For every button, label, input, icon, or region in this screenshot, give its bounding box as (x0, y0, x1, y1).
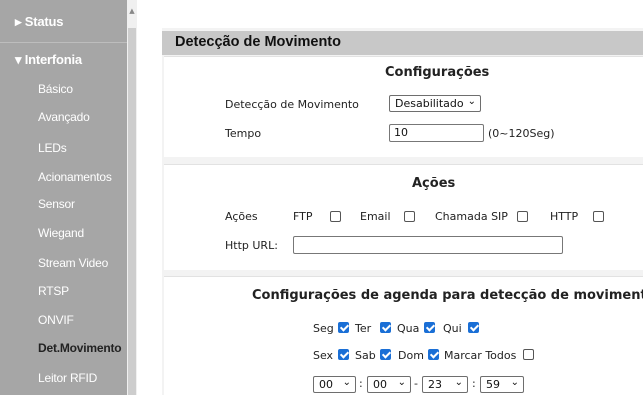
sidebar-item-leds[interactable]: LEDs (38, 141, 165, 155)
day-dom-label: Dom (398, 349, 424, 362)
start-minute-select[interactable]: 00 ⌄ (367, 376, 411, 393)
day-ter-checkbox[interactable] (380, 322, 391, 333)
time-colon: : (472, 377, 476, 390)
chevron-down-icon: ⌄ (454, 377, 463, 388)
time-input[interactable]: 10 (389, 124, 484, 142)
email-checkbox[interactable] (404, 211, 415, 222)
end-minute-value: 59 (486, 378, 500, 391)
actions-title: Ações (412, 176, 456, 191)
scroll-up-arrow-icon[interactable]: ▲ (127, 6, 137, 16)
day-ter-label: Ter (355, 322, 372, 335)
http-url-label: Http URL: (225, 239, 278, 252)
email-label: Email (360, 210, 391, 223)
chevron-down-icon: ⌄ (510, 377, 519, 388)
http-label: HTTP (550, 210, 579, 223)
http-checkbox[interactable] (593, 211, 604, 222)
sidebar-item-leitor-rfid[interactable]: Leitor RFID (38, 371, 165, 385)
start-hour-select[interactable]: 00 ⌄ (313, 376, 356, 393)
sidebar-divider (0, 42, 127, 43)
sip-call-checkbox[interactable] (517, 211, 528, 222)
start-hour-value: 00 (319, 378, 333, 391)
start-minute-value: 00 (373, 378, 387, 391)
motion-detection-label: Detecção de Movimento (225, 98, 359, 111)
time-label: Tempo (225, 127, 262, 140)
schedule-title: Configurações de agenda para detecção de… (252, 288, 643, 303)
day-qui-label: Qui (443, 322, 462, 335)
sidebar-item-stream-video[interactable]: Stream Video (38, 256, 165, 270)
time-colon: : (359, 377, 363, 390)
end-hour-value: 23 (428, 378, 442, 391)
sidebar-item-rtsp[interactable]: RTSP (38, 284, 165, 298)
sidebar-item-sensor[interactable]: Sensor (38, 197, 165, 211)
ftp-checkbox[interactable] (330, 211, 341, 222)
page-title-bar: Detecção de Movimento (162, 31, 643, 55)
sidebar-item-acionamentos[interactable]: Acionamentos (38, 170, 165, 184)
sidebar-item-onvif[interactable]: ONVIF (38, 313, 165, 327)
day-dom-checkbox[interactable] (428, 349, 439, 360)
day-sex-label: Sex (313, 349, 334, 362)
day-sex-checkbox[interactable] (338, 349, 349, 360)
day-seg-checkbox[interactable] (338, 322, 349, 333)
day-sab-checkbox[interactable] (380, 349, 391, 360)
day-qua-label: Qua (397, 322, 420, 335)
sidebar-item-det-movimento[interactable]: Det.Movimento (38, 341, 165, 355)
time-value: 10 (394, 126, 408, 139)
time-range-dash: - (414, 377, 418, 390)
motion-detection-value: Desabilitado (395, 97, 464, 110)
sidebar-item-status[interactable]: ▸ Status (15, 14, 142, 30)
sidebar-item-avancado[interactable]: Avançado (38, 110, 165, 124)
ftp-label: FTP (293, 210, 313, 223)
page-title: Detecção de Movimento (175, 34, 341, 50)
day-seg-label: Seg (313, 322, 334, 335)
select-all-checkbox[interactable] (523, 349, 534, 360)
sip-call-label: Chamada SIP (435, 210, 508, 223)
schedule-panel: Configurações de agenda para detecção de… (164, 276, 643, 396)
sidebar-item-wiegand[interactable]: Wiegand (38, 226, 165, 240)
actions-label: Ações (225, 210, 258, 223)
end-minute-select[interactable]: 59 ⌄ (480, 376, 524, 393)
day-qua-checkbox[interactable] (424, 322, 435, 333)
scrollbar-thumb[interactable] (128, 28, 136, 395)
sidebar-item-interfonia[interactable]: ▾ Interfonia (15, 52, 142, 68)
config-panel: Configurações Detecção de Movimento Desa… (164, 56, 643, 157)
motion-detection-select[interactable]: Desabilitado ⌄ (389, 95, 481, 112)
time-range-hint: (0~120Seg) (488, 127, 555, 140)
sidebar-item-basico[interactable]: Básico (38, 82, 165, 96)
chevron-down-icon: ⌄ (397, 377, 406, 388)
chevron-down-icon: ⌄ (467, 96, 476, 107)
day-sab-label: Sab (355, 349, 376, 362)
http-url-input[interactable] (293, 236, 563, 254)
actions-panel: Ações Ações FTP Email Chamada SIP HTTP H… (164, 164, 643, 270)
chevron-down-icon: ⌄ (342, 377, 351, 388)
sidebar-scrollbar[interactable]: ▲ (127, 0, 137, 395)
config-title: Configurações (385, 65, 490, 80)
day-qui-checkbox[interactable] (468, 322, 479, 333)
sidebar: ▸ Status ▾ Interfonia Básico Avançado LE… (0, 0, 127, 395)
end-hour-select[interactable]: 23 ⌄ (422, 376, 468, 393)
select-all-label: Marcar Todos (444, 349, 517, 362)
